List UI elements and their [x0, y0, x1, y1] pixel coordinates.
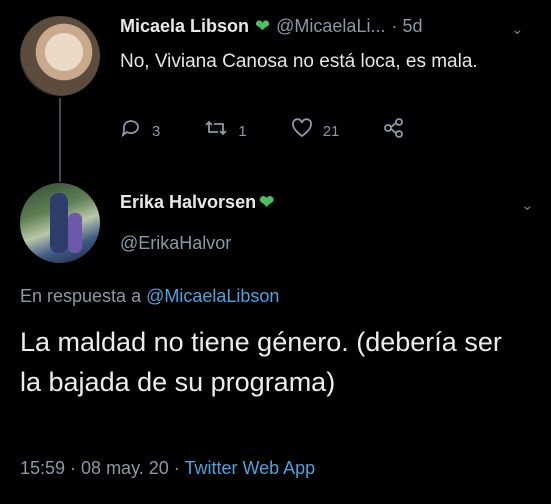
chevron-down-icon[interactable]: ⌄ — [521, 196, 534, 214]
tweet-text: No, Viviana Canosa no está loca, es mala… — [120, 51, 478, 72]
reply-text: La maldad no tiene género. (debería ser … — [20, 327, 502, 397]
avatar[interactable] — [20, 16, 100, 96]
avatar[interactable] — [20, 183, 100, 263]
author-name[interactable]: Micaela Libson — [120, 16, 249, 37]
tweet-actions: 3 1 21 — [120, 118, 459, 144]
reply-author-name[interactable]: Erika Halvorsen ❤ — [120, 192, 274, 213]
green-heart-icon: ❤ — [255, 16, 271, 36]
reply-button[interactable]: 3 — [120, 118, 160, 144]
avatar-figure — [50, 193, 68, 253]
tweet-header: Micaela Libson ❤ @MicaelaLi... · 5d — [120, 16, 422, 37]
share-button[interactable] — [383, 118, 415, 144]
reply-to-link[interactable]: @MicaelaLibson — [146, 286, 279, 306]
tweet-meta: 15:59 · 08 may. 20 · Twitter Web App — [20, 458, 315, 479]
reply-author-handle[interactable]: @ErikaHalvor — [120, 233, 231, 254]
retweet-icon — [204, 118, 228, 144]
heart-outline-icon — [291, 118, 313, 144]
retweet-button[interactable]: 1 — [204, 118, 247, 144]
share-icon — [383, 118, 405, 144]
like-button[interactable]: 21 — [291, 118, 340, 144]
reply-context: En respuesta a @MicaelaLibson — [20, 286, 279, 307]
author-handle[interactable]: @MicaelaLi... — [276, 16, 385, 37]
chevron-down-icon[interactable]: ⌄ — [511, 20, 524, 38]
reply-icon — [120, 118, 142, 144]
retweet-count: 1 — [238, 122, 247, 140]
reply-count: 3 — [152, 122, 161, 140]
thread-connector — [59, 98, 61, 182]
author-name[interactable]: Erika Halvorsen — [120, 192, 256, 213]
like-count: 21 — [322, 122, 340, 140]
timestamp[interactable]: 15:59 · 08 may. 20 · — [20, 458, 180, 478]
source-app-link[interactable]: Twitter Web App — [184, 458, 315, 478]
green-heart-icon: ❤ — [259, 192, 275, 212]
tweet-time[interactable]: · 5d — [391, 16, 422, 37]
reply-prefix: En respuesta a — [20, 286, 142, 306]
avatar-figure — [68, 213, 82, 253]
